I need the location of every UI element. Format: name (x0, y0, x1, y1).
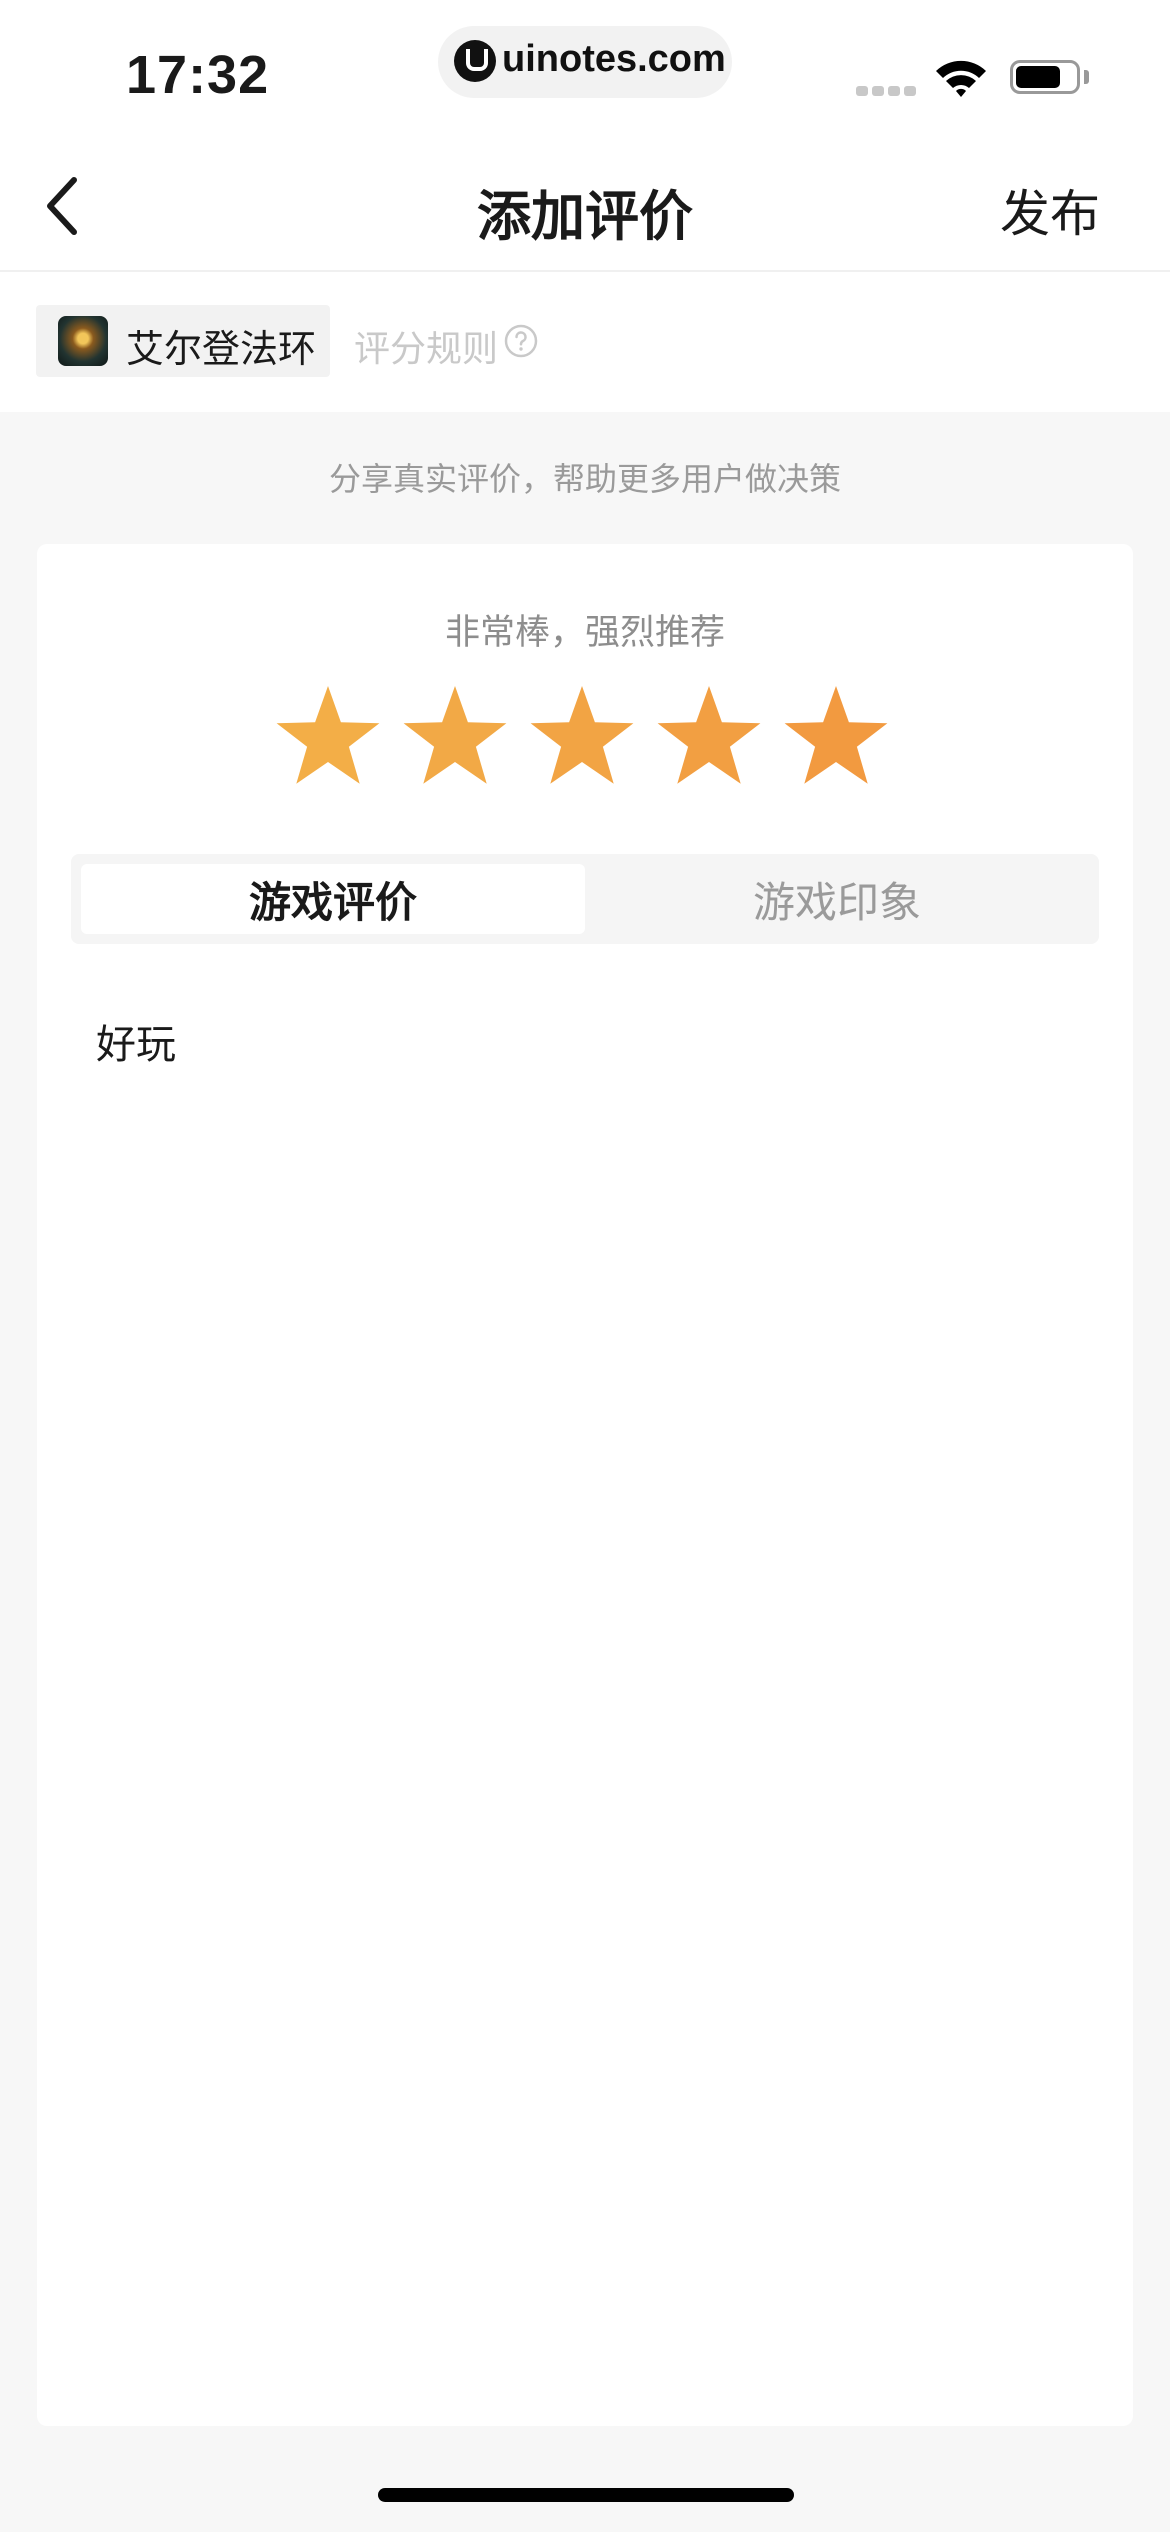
url-text: uinotes.com (502, 38, 726, 80)
home-indicator (378, 2488, 794, 2502)
signal-bar-icon (856, 86, 868, 96)
star-icon[interactable] (657, 686, 761, 784)
tab-game-review[interactable]: 游戏评价 (81, 864, 585, 934)
game-name: 艾尔登法环 (126, 327, 317, 371)
tab-game-impression[interactable]: 游戏印象 (585, 864, 1089, 934)
hint-text: 分享真实评价，帮助更多用户做决策 (328, 460, 841, 498)
battery-level (1016, 66, 1060, 88)
signal-bar-icon (888, 86, 900, 96)
rating-description: 非常棒，强烈推荐 (444, 613, 725, 653)
star-rating[interactable] (276, 682, 896, 792)
wifi-icon (936, 60, 986, 97)
signal-bar-icon (904, 86, 916, 96)
review-card (37, 544, 1133, 2426)
page-title: 添加评价 (477, 185, 693, 248)
status-time: 17:32 (126, 45, 270, 105)
game-avatar (58, 316, 108, 366)
help-question-icon[interactable] (504, 324, 538, 358)
battery-cap (1084, 70, 1089, 84)
back-arrow-icon[interactable] (40, 166, 90, 246)
site-logo-icon (454, 40, 496, 82)
rating-rules-link[interactable]: 评分规则 (354, 320, 498, 372)
signal-bar-icon (872, 86, 884, 96)
star-icon[interactable] (530, 686, 634, 784)
star-icon[interactable] (403, 686, 507, 784)
review-input[interactable]: 好玩 (96, 1012, 176, 1070)
publish-button[interactable]: 发布 (1000, 174, 1100, 246)
star-icon[interactable] (276, 686, 380, 784)
star-icon[interactable] (784, 686, 888, 784)
